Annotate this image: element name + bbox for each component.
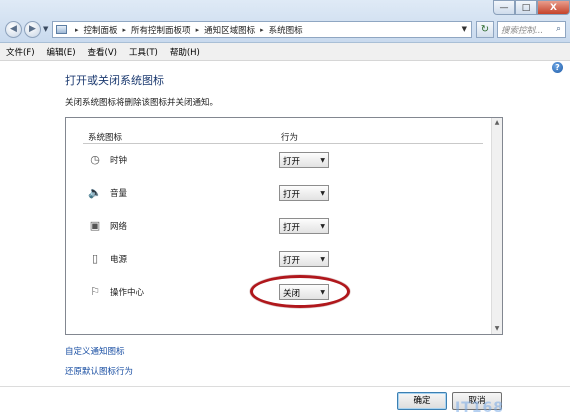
menu-bar: 文件(F) 编辑(E) 查看(V) 工具(T) 帮助(H) bbox=[0, 43, 570, 61]
chevron-down-icon: ▼ bbox=[320, 223, 325, 230]
window-controls: — □ X bbox=[493, 0, 570, 17]
menu-help[interactable]: 帮助(H) bbox=[164, 46, 206, 58]
close-button[interactable]: X bbox=[537, 0, 570, 15]
clock-icon: ◷ bbox=[90, 153, 100, 166]
title-bar: — □ X ◀ ▶ ▼ ▸ 控制面板 ▸ 所有控制面板项 ▸ 通知区域图标 ▸ … bbox=[0, 0, 570, 43]
watermark-logo: IT168 bbox=[455, 400, 504, 416]
chevron-down-icon: ▼ bbox=[320, 256, 325, 263]
row-label: 时钟 bbox=[110, 156, 128, 166]
row-label: 操作中心 bbox=[110, 288, 145, 298]
minimize-button[interactable]: — bbox=[493, 0, 515, 15]
power-icon: ▯ bbox=[91, 252, 99, 265]
forward-button[interactable]: ▶ bbox=[24, 21, 41, 38]
select-value: 打开 bbox=[283, 157, 301, 167]
network-icon: ▣ bbox=[89, 219, 101, 232]
behavior-select-clock[interactable]: 打开 ▼ bbox=[279, 152, 329, 168]
column-header-system-icon: 系统图标 bbox=[88, 133, 123, 143]
row-label: 网络 bbox=[110, 222, 128, 232]
scroll-down-icon[interactable]: ▼ bbox=[492, 324, 502, 334]
highlight-circle-annotation bbox=[250, 275, 350, 308]
behavior-select-network[interactable]: 打开 ▼ bbox=[279, 218, 329, 234]
menu-edit[interactable]: 编辑(E) bbox=[41, 46, 82, 58]
chevron-down-icon: ▼ bbox=[320, 190, 325, 197]
chevron-right-icon[interactable]: ▸ bbox=[196, 26, 200, 34]
arrow-right-icon: ▶ bbox=[29, 24, 36, 34]
breadcrumb-notification-icons[interactable]: 通知区域图标 bbox=[204, 24, 255, 36]
chevron-right-icon[interactable]: ▸ bbox=[260, 26, 264, 34]
behavior-select-power[interactable]: 打开 ▼ bbox=[279, 251, 329, 267]
row-label: 电源 bbox=[110, 255, 128, 265]
chevron-down-icon[interactable]: ▼ bbox=[462, 25, 467, 33]
menu-file[interactable]: 文件(F) bbox=[0, 46, 41, 58]
refresh-icon: ↻ bbox=[480, 24, 490, 35]
back-button[interactable]: ◀ bbox=[5, 21, 22, 38]
scroll-up-icon[interactable]: ▲ bbox=[492, 118, 502, 128]
recent-pages-chevron-icon[interactable]: ▼ bbox=[43, 25, 48, 33]
menu-tools[interactable]: 工具(T) bbox=[123, 46, 164, 58]
control-panel-icon bbox=[56, 25, 67, 34]
chevron-right-icon[interactable]: ▸ bbox=[123, 26, 127, 34]
row-label: 音量 bbox=[110, 189, 128, 199]
table-row: 🔈 音量 打开 ▼ bbox=[66, 185, 491, 203]
table-row: ▣ 网络 打开 ▼ bbox=[66, 218, 491, 236]
header-divider bbox=[83, 143, 483, 144]
select-value: 打开 bbox=[283, 256, 301, 266]
page-title: 打开或关闭系统图标 bbox=[65, 74, 164, 87]
select-value: 打开 bbox=[283, 223, 301, 233]
action-center-icon: ⚐ bbox=[90, 285, 100, 298]
arrow-left-icon: ◀ bbox=[10, 24, 17, 34]
vertical-scrollbar[interactable]: ▲ ▼ bbox=[491, 118, 502, 334]
address-bar[interactable]: ▸ 控制面板 ▸ 所有控制面板项 ▸ 通知区域图标 ▸ 系统图标 ▼ bbox=[52, 21, 472, 38]
table-row: ▯ 电源 打开 ▼ bbox=[66, 251, 491, 269]
help-icon[interactable]: ? bbox=[552, 62, 563, 73]
select-value: 打开 bbox=[283, 190, 301, 200]
chevron-down-icon: ▼ bbox=[320, 157, 325, 164]
behavior-select-volume[interactable]: 打开 ▼ bbox=[279, 185, 329, 201]
breadcrumb-control-panel[interactable]: 控制面板 bbox=[84, 24, 118, 36]
ok-button[interactable]: 确定 bbox=[397, 392, 447, 410]
breadcrumb-system-icons[interactable]: 系统图标 bbox=[269, 24, 303, 36]
chevron-right-icon[interactable]: ▸ bbox=[75, 26, 79, 34]
breadcrumb-all-items[interactable]: 所有控制面板项 bbox=[131, 24, 191, 36]
volume-icon: 🔈 bbox=[88, 186, 102, 199]
table-row: ◷ 时钟 打开 ▼ bbox=[66, 152, 491, 170]
footer-divider bbox=[0, 386, 570, 387]
menu-view[interactable]: 查看(V) bbox=[82, 46, 123, 58]
restore-default-behavior-link[interactable]: 还原默认图标行为 bbox=[65, 365, 133, 377]
search-icon[interactable]: ⌕ bbox=[556, 24, 568, 34]
customize-notification-icons-link[interactable]: 自定义通知图标 bbox=[65, 345, 125, 357]
maximize-button[interactable]: □ bbox=[515, 0, 537, 15]
refresh-button[interactable]: ↻ bbox=[476, 21, 494, 38]
column-header-behavior: 行为 bbox=[281, 133, 299, 143]
page-description: 关闭系统图标将删除该图标并关闭通知。 bbox=[65, 98, 219, 108]
system-icons-panel: 系统图标 行为 ◷ 时钟 打开 ▼ 🔈 音量 打开 ▼ ▣ 网络 打开 ▼ ▯ … bbox=[65, 117, 503, 335]
